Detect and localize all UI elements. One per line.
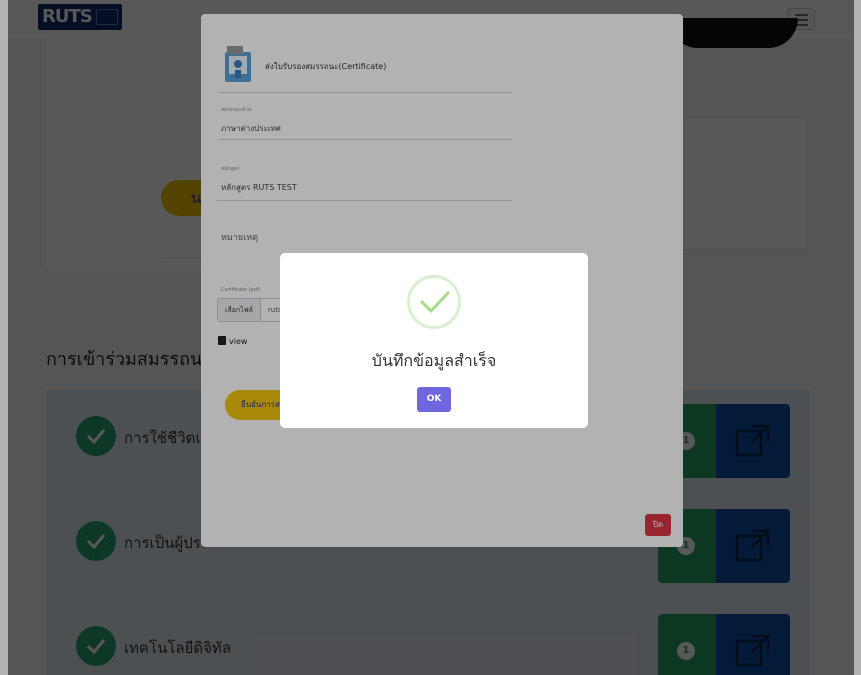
success-check-icon (407, 275, 461, 329)
success-dialog: บันทึกข้อมูลสำเร็จ OK (280, 253, 588, 428)
success-message: บันทึกข้อมูลสำเร็จ (371, 351, 497, 370)
ok-button[interactable]: OK (417, 387, 451, 412)
